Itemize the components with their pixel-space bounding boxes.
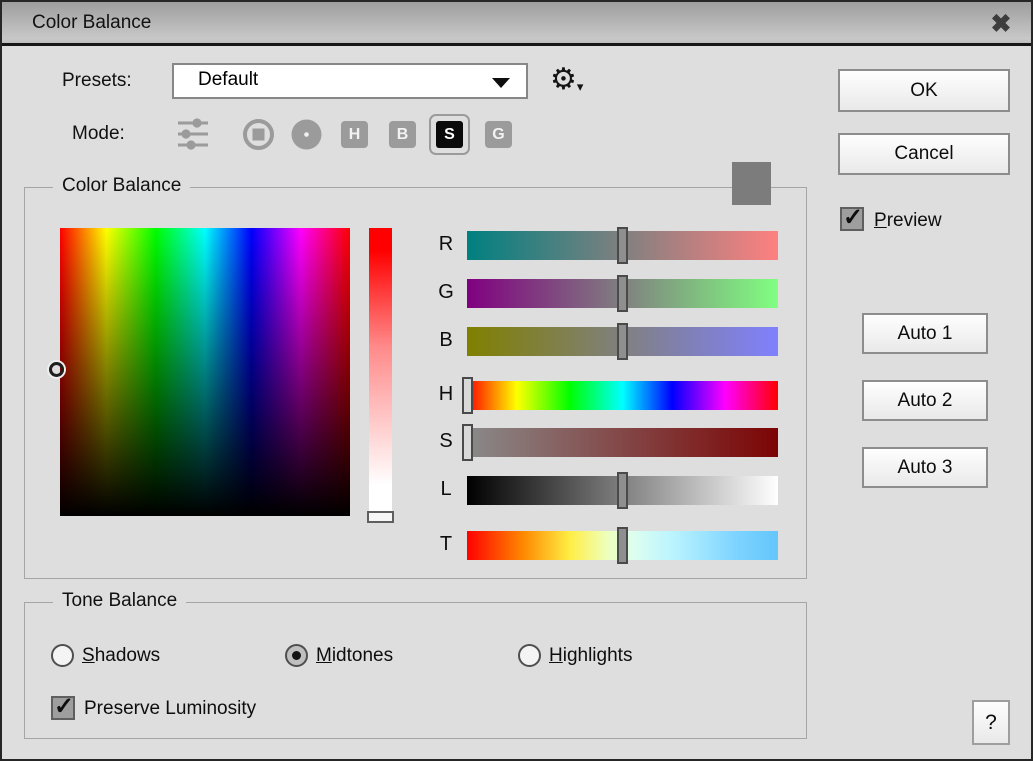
color-field[interactable] — [60, 228, 350, 516]
hue-slider-handle[interactable] — [462, 377, 473, 414]
slider-label-h: H — [431, 383, 461, 406]
check-icon: ✓ — [54, 692, 74, 721]
mode-b-button[interactable]: B — [389, 121, 416, 148]
mode-h-button[interactable]: H — [341, 121, 368, 148]
preserve-luminosity-label: Preserve Luminosity — [84, 698, 256, 720]
radio-dot-icon — [292, 651, 301, 660]
preview-checkbox[interactable]: ✓ — [840, 207, 864, 231]
hue-slider[interactable] — [467, 381, 778, 410]
gear-icon: ⚙ — [550, 63, 577, 96]
slider-label-g: G — [431, 281, 461, 304]
shadows-radio[interactable] — [51, 644, 74, 667]
blue-slider[interactable] — [467, 327, 778, 356]
presets-label: Presets: — [62, 70, 132, 92]
check-icon: ✓ — [843, 203, 863, 232]
red-slider[interactable] — [467, 231, 778, 260]
title-bar[interactable]: Color Balance ✖ — [2, 2, 1031, 46]
green-slider-handle[interactable] — [617, 275, 628, 312]
dialog-title: Color Balance — [32, 2, 151, 44]
value-bar[interactable] — [369, 228, 392, 511]
temperature-slider[interactable] — [467, 531, 778, 560]
highlights-radio[interactable] — [518, 644, 541, 667]
help-button[interactable]: ? — [972, 700, 1010, 745]
green-slider[interactable] — [467, 279, 778, 308]
close-icon[interactable]: ✖ — [985, 8, 1017, 40]
dot-circle-mode-icon[interactable] — [291, 119, 322, 155]
ok-button[interactable]: OK — [838, 69, 1010, 112]
mode-g-button[interactable]: G — [485, 121, 512, 148]
slider-label-b: B — [431, 329, 461, 352]
preset-options-button[interactable]: ⚙▾ — [550, 60, 596, 100]
midtones-radio[interactable] — [285, 644, 308, 667]
auto3-button[interactable]: Auto 3 — [862, 447, 988, 488]
current-color-swatch — [732, 162, 771, 205]
color-balance-group: Color Balance R G B H S L T — [24, 187, 807, 579]
lightness-slider-handle[interactable] — [617, 472, 628, 509]
shadows-label: Shadows — [82, 645, 160, 667]
midtones-label: Midtones — [316, 645, 393, 667]
color-balance-group-title: Color Balance — [53, 175, 190, 197]
slider-label-l: L — [431, 478, 461, 501]
temperature-slider-handle[interactable] — [617, 527, 628, 564]
blue-slider-handle[interactable] — [617, 323, 628, 360]
color-balance-dialog: Color Balance ✖ Presets: Default ⚙▾ Mode… — [0, 0, 1033, 761]
gear-caret-icon: ▾ — [577, 79, 584, 94]
ring-square-mode-icon[interactable] — [242, 118, 275, 156]
tone-balance-group: Tone Balance Shadows Midtones Highlights… — [24, 602, 807, 739]
mode-s-label: S — [436, 121, 463, 148]
highlights-label: Highlights — [549, 645, 632, 667]
preview-label: Preview — [874, 210, 942, 232]
slider-label-t: T — [431, 533, 461, 556]
sliders-mode-icon[interactable] — [178, 116, 208, 157]
auto2-button[interactable]: Auto 2 — [862, 380, 988, 421]
saturation-slider-handle[interactable] — [462, 424, 473, 461]
cancel-button[interactable]: Cancel — [838, 133, 1010, 175]
red-slider-handle[interactable] — [617, 227, 628, 264]
saturation-slider[interactable] — [467, 428, 778, 457]
chevron-down-icon — [492, 78, 510, 88]
tone-balance-group-title: Tone Balance — [53, 590, 186, 612]
slider-label-r: R — [431, 233, 461, 256]
mode-label: Mode: — [72, 123, 125, 145]
color-picker-marker[interactable] — [49, 362, 64, 377]
slider-label-s: S — [431, 430, 461, 453]
auto1-button[interactable]: Auto 1 — [862, 313, 988, 354]
value-bar-handle[interactable] — [367, 511, 394, 523]
lightness-slider[interactable] — [467, 476, 778, 505]
presets-dropdown[interactable]: Default — [172, 63, 528, 99]
presets-value: Default — [198, 69, 258, 91]
preserve-luminosity-checkbox[interactable]: ✓ — [51, 696, 75, 720]
mode-s-button-selected[interactable]: S — [429, 114, 470, 155]
